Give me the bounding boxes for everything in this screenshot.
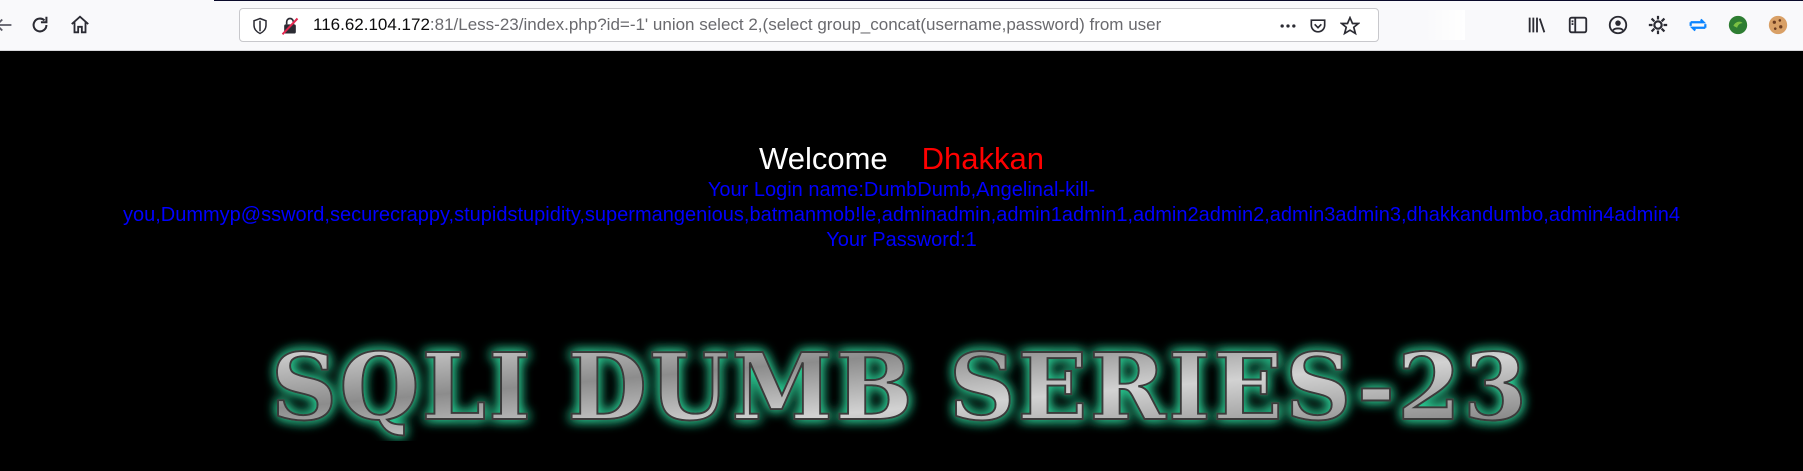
url-path: :81/Less-23/index.php?id=-1' union selec…: [429, 15, 1162, 34]
cookie-icon[interactable]: [1766, 13, 1790, 37]
page-content: Welcome Dhakkan Your Login name:DumbDumb,…: [0, 51, 1803, 471]
login-name-line-1: Your Login name:DumbDumb,Angelinal-kill-: [707, 179, 1096, 201]
more-dots-icon[interactable]: [1278, 16, 1298, 36]
series-banner-image: SQLI DUMB SERIES-23: [200, 331, 1600, 442]
address-bar[interactable]: 116.62.104.172:81/Less-23/index.php?id=-…: [239, 8, 1465, 42]
pocket-icon[interactable]: [1308, 16, 1328, 36]
shield-icon[interactable]: [250, 16, 270, 36]
insecure-lock-icon[interactable]: [280, 16, 300, 36]
home-icon[interactable]: [67, 12, 93, 38]
window-top-edge: [214, 0, 1803, 1]
user-name: Dhakkan: [921, 141, 1044, 176]
settings-gear-icon[interactable]: [1646, 13, 1670, 37]
url-host: 116.62.104.172: [313, 15, 430, 34]
extension-icon[interactable]: [1726, 13, 1750, 37]
welcome-line: Welcome Dhakkan: [0, 141, 1803, 177]
banner-title: SQLI DUMB SERIES-23: [271, 333, 1529, 441]
welcome-text: Welcome: [759, 141, 888, 176]
login-name-line-2: you,Dummyp@ssword,securecrappy,stupidstu…: [122, 204, 1681, 226]
reload-icon[interactable]: [27, 12, 53, 38]
url-fade: [1425, 10, 1465, 40]
account-icon[interactable]: [1606, 13, 1630, 37]
sync-icon[interactable]: [1686, 13, 1710, 37]
password-line: Your Password:1: [826, 229, 977, 251]
library-icon[interactable]: [1525, 13, 1549, 37]
bookmark-star-icon[interactable]: [1340, 16, 1360, 36]
browser-toolbar: 116.62.104.172:81/Less-23/index.php?id=-…: [0, 0, 1803, 51]
sidebar-icon[interactable]: [1566, 13, 1590, 37]
login-result: Your Login name:DumbDumb,Angelinal-kill-…: [0, 178, 1803, 253]
back-icon[interactable]: [0, 12, 18, 38]
